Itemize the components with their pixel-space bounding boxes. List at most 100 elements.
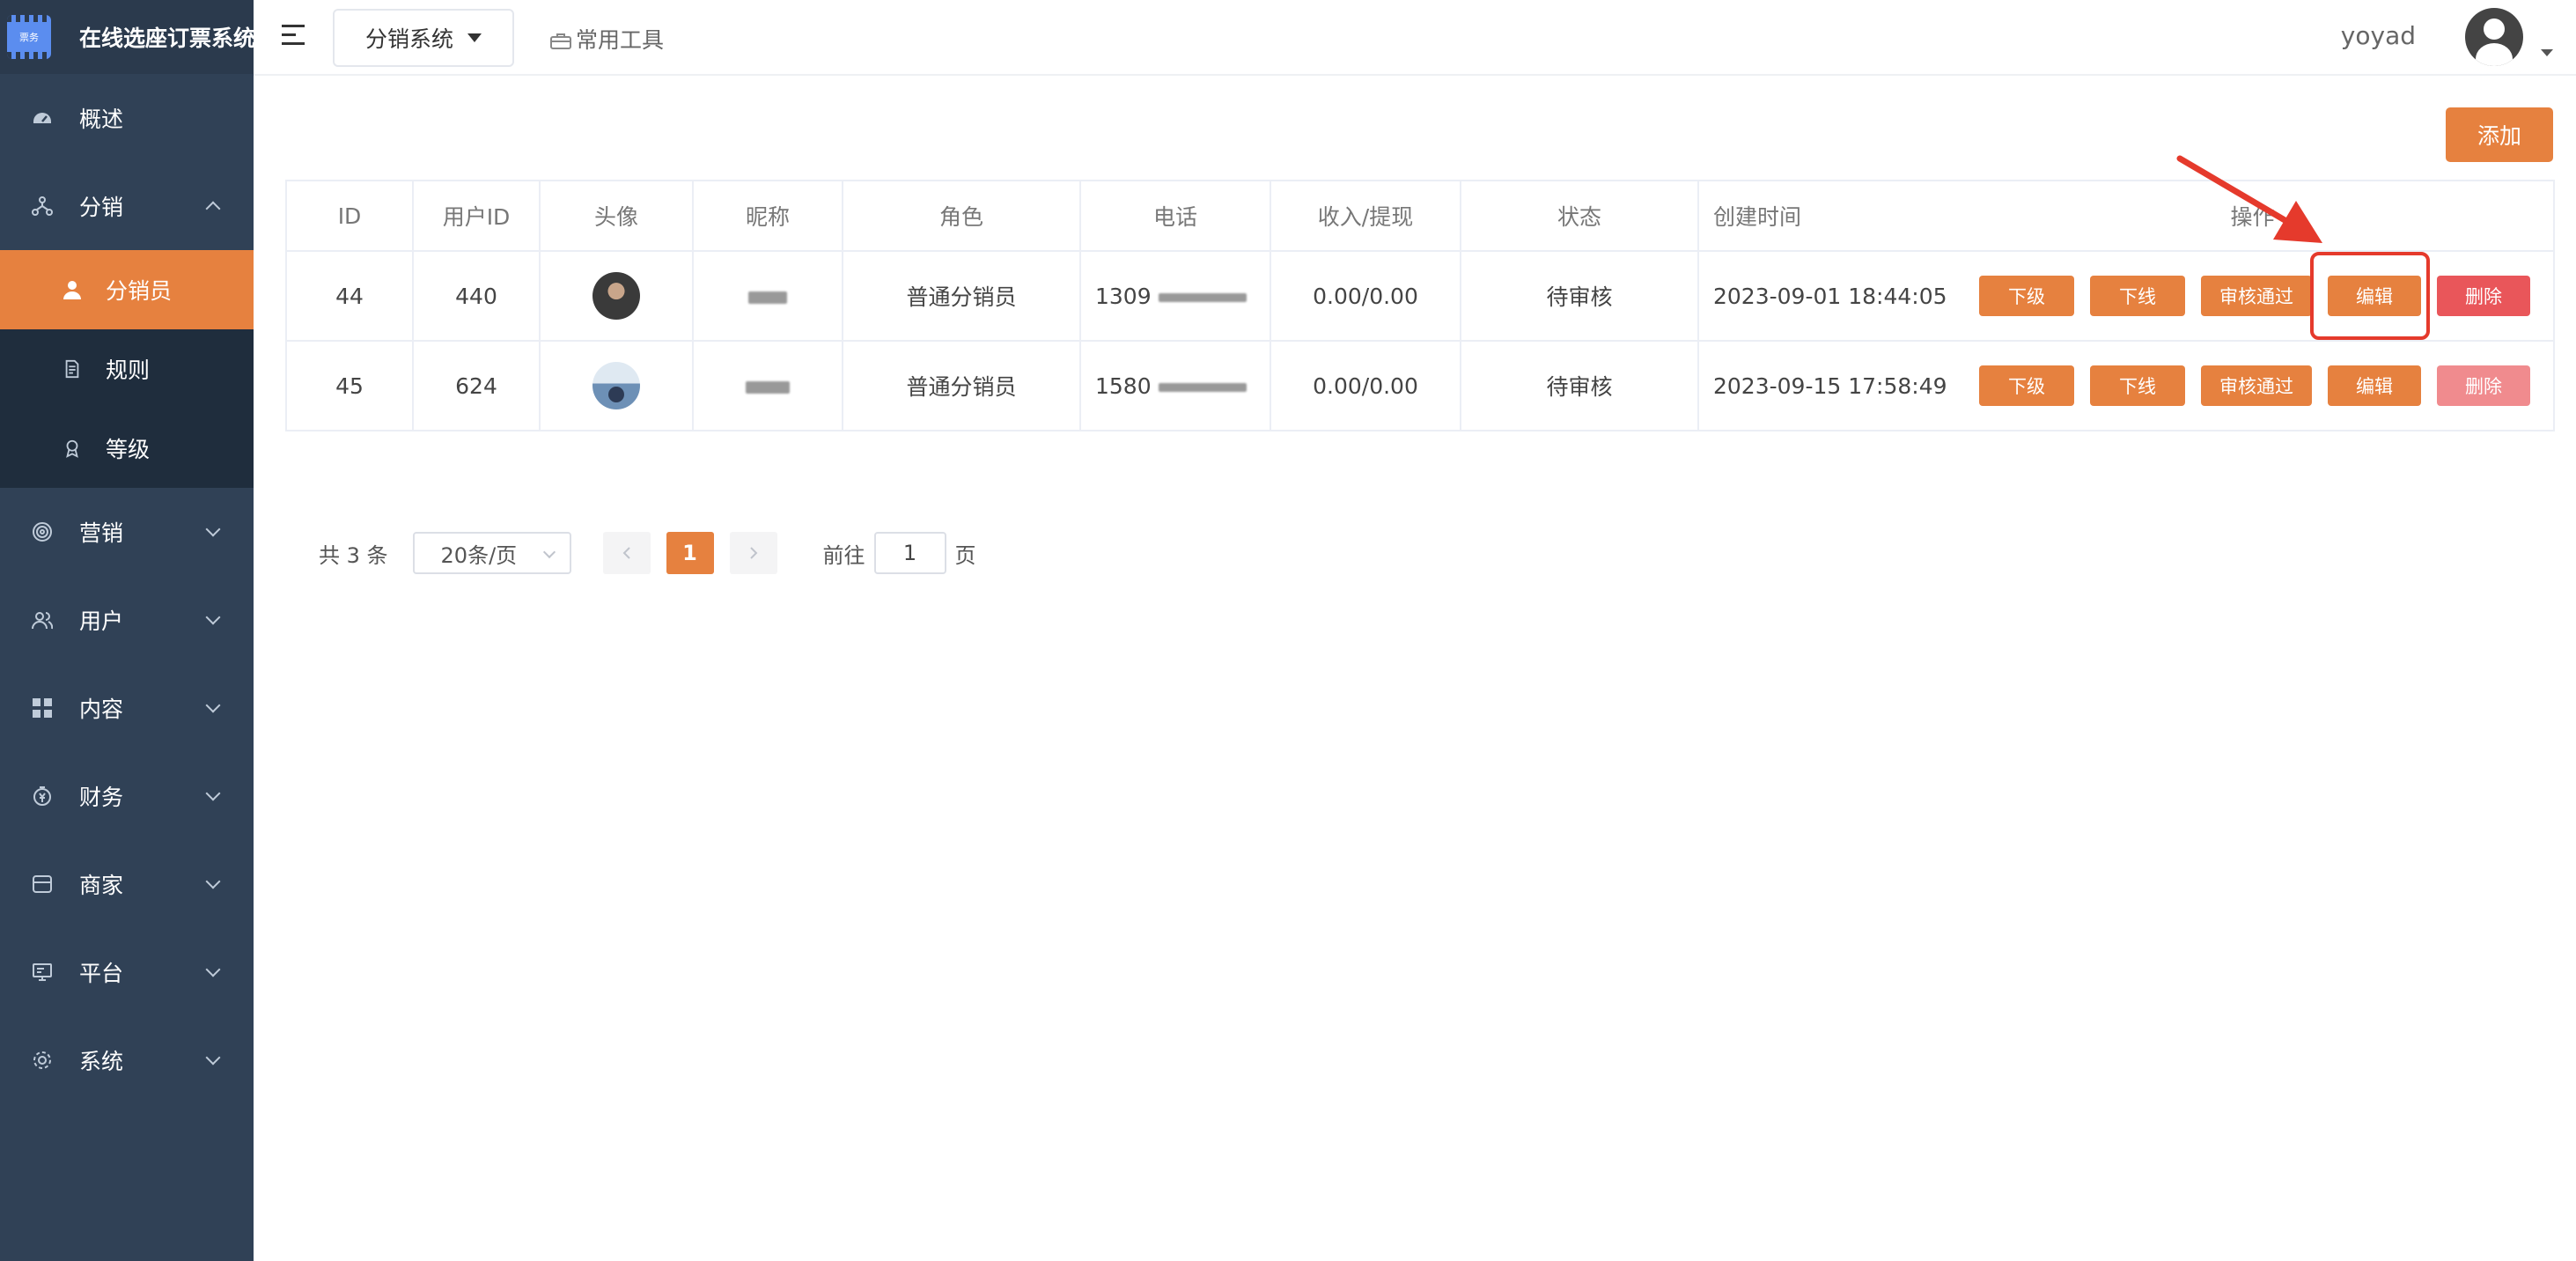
dashboard-icon — [32, 107, 53, 129]
cell-role: 普通分销员 — [842, 340, 1081, 431]
annotation-highlight-box — [2310, 252, 2430, 340]
sidebar-item-label: 平台 — [79, 961, 124, 986]
caret-down-icon — [467, 33, 482, 42]
goto-label: 前往 — [822, 542, 865, 568]
sidebar-item-distribution[interactable]: 分销 — [0, 162, 254, 250]
sidebar-item-label: 财务 — [79, 785, 124, 810]
sidebar-item-distributors[interactable]: 分销员 — [0, 250, 254, 329]
cell-created: 2023-09-15 17:58:49 — [1697, 340, 1952, 431]
sidebar: 票务 在线选座订票系统 概述 分销 分销员 规则 等级 营销 用户 内容 财务 … — [0, 0, 256, 1261]
badge-icon — [62, 438, 83, 459]
sidebar-item-label: 分销 — [79, 195, 124, 220]
redacted-phone — [1158, 292, 1247, 302]
system-select[interactable]: 分销系统 — [333, 9, 514, 67]
cell-actions: 下级 下线 审核通过 编辑 删除 — [1952, 250, 2555, 342]
common-tools-link[interactable]: 常用工具 — [549, 23, 664, 55]
delete-button[interactable]: 删除 — [2437, 365, 2530, 406]
cell-avatar — [539, 250, 694, 342]
offline-button[interactable]: 下线 — [2090, 365, 2185, 406]
grid-icon — [32, 697, 53, 719]
gear-icon — [32, 1050, 53, 1071]
username[interactable]: yoyad — [2341, 21, 2416, 50]
sidebar-item-users[interactable]: 用户 — [0, 576, 254, 664]
cell-status: 待审核 — [1460, 250, 1699, 342]
approve-button[interactable]: 审核通过 — [2201, 365, 2312, 406]
subordinate-button[interactable]: 下级 — [1979, 365, 2074, 406]
sidebar-item-platform[interactable]: 平台 — [0, 928, 254, 1016]
user-avatar[interactable] — [2465, 8, 2523, 66]
money-icon — [32, 785, 53, 807]
column-header: 状态 — [1460, 180, 1699, 252]
cell-created: 2023-09-01 18:44:05 — [1697, 250, 1952, 342]
toolbox-icon — [549, 30, 572, 49]
sidebar-item-finance[interactable]: 财务 — [0, 752, 254, 840]
chevron-down-icon — [205, 609, 221, 625]
sidebar-item-label: 商家 — [79, 873, 124, 898]
column-header: 用户ID — [412, 180, 541, 252]
common-tools-label: 常用工具 — [576, 27, 665, 53]
subordinate-button[interactable]: 下级 — [1979, 276, 2074, 316]
cell-user-id: 440 — [412, 250, 541, 342]
sidebar-item-levels[interactable]: 等级 — [0, 409, 254, 488]
sidebar-item-label: 等级 — [106, 437, 151, 462]
cell-phone: 1309 — [1079, 250, 1271, 342]
sidebar-item-rules[interactable]: 规则 — [0, 329, 254, 409]
column-header: 电话 — [1079, 180, 1271, 252]
annotation-arrow-icon — [2176, 155, 2322, 243]
shop-icon — [32, 874, 53, 895]
cell-id: 44 — [285, 250, 414, 342]
redacted-nickname — [746, 380, 790, 394]
sidebar-item-marketing[interactable]: 营销 — [0, 488, 254, 576]
system-select-value: 分销系统 — [364, 26, 453, 52]
chevron-left-icon — [622, 547, 630, 559]
caret-down-icon[interactable] — [2541, 49, 2553, 56]
offline-button[interactable]: 下线 — [2090, 276, 2185, 316]
goto-page-input[interactable]: 1 — [873, 532, 946, 574]
approve-button[interactable]: 审核通过 — [2201, 276, 2312, 316]
redacted-phone — [1158, 382, 1247, 392]
cell-status: 待审核 — [1460, 340, 1699, 431]
column-header: 角色 — [842, 180, 1081, 252]
cell-role: 普通分销员 — [842, 250, 1081, 342]
sidebar-item-content[interactable]: 内容 — [0, 664, 254, 752]
users-icon — [32, 609, 53, 630]
cell-income: 0.00/0.00 — [1270, 340, 1461, 431]
cell-actions: 下级 下线 审核通过 编辑 删除 — [1952, 340, 2555, 431]
cell-user-id: 624 — [412, 340, 541, 431]
table-row: 45 624 普通分销员 1580 0.00/0.00 待审核 2023-09-… — [285, 340, 2555, 431]
sidebar-item-overview[interactable]: 概述 — [0, 74, 254, 162]
delete-button[interactable]: 删除 — [2437, 276, 2530, 316]
app-title: 在线选座订票系统 — [79, 26, 256, 51]
column-header: 头像 — [539, 180, 694, 252]
sidebar-item-label: 内容 — [79, 697, 124, 722]
network-icon — [32, 195, 53, 217]
page-size-select[interactable]: 20条/页 — [412, 532, 571, 574]
monitor-icon — [32, 962, 53, 983]
target-icon — [32, 521, 53, 542]
menu-toggle-icon[interactable] — [282, 23, 306, 48]
edit-button[interactable]: 编辑 — [2328, 365, 2421, 406]
chevron-down-icon — [542, 545, 556, 559]
add-button[interactable]: 添加 — [2446, 107, 2553, 162]
page-number-current[interactable]: 1 — [666, 532, 714, 574]
column-header: ID — [285, 180, 414, 252]
chevron-down-icon — [205, 1050, 221, 1066]
chevron-down-icon — [205, 962, 221, 977]
pagination: 共 3 条 20条/页 1 前往 1 页 — [319, 532, 976, 574]
next-page-button[interactable] — [729, 532, 777, 574]
sidebar-item-merchants[interactable]: 商家 — [0, 840, 254, 928]
ticket-logo-icon: 票务 — [7, 15, 51, 59]
cell-nickname — [692, 340, 843, 431]
cell-avatar — [539, 340, 694, 431]
sidebar-item-system[interactable]: 系统 — [0, 1016, 254, 1104]
pagination-total: 共 3 条 — [319, 542, 388, 568]
cell-id: 45 — [285, 340, 414, 431]
document-icon — [62, 358, 83, 380]
top-navbar: 分销系统 常用工具 yoyad — [254, 0, 2576, 76]
prev-page-button[interactable] — [602, 532, 651, 574]
sidebar-item-label: 系统 — [79, 1049, 124, 1074]
sidebar-item-label: 分销员 — [106, 278, 173, 304]
cell-phone: 1580 — [1079, 340, 1271, 431]
sidebar-item-label: 概述 — [79, 107, 124, 132]
app-logo: 票务 在线选座订票系统 — [0, 0, 256, 74]
